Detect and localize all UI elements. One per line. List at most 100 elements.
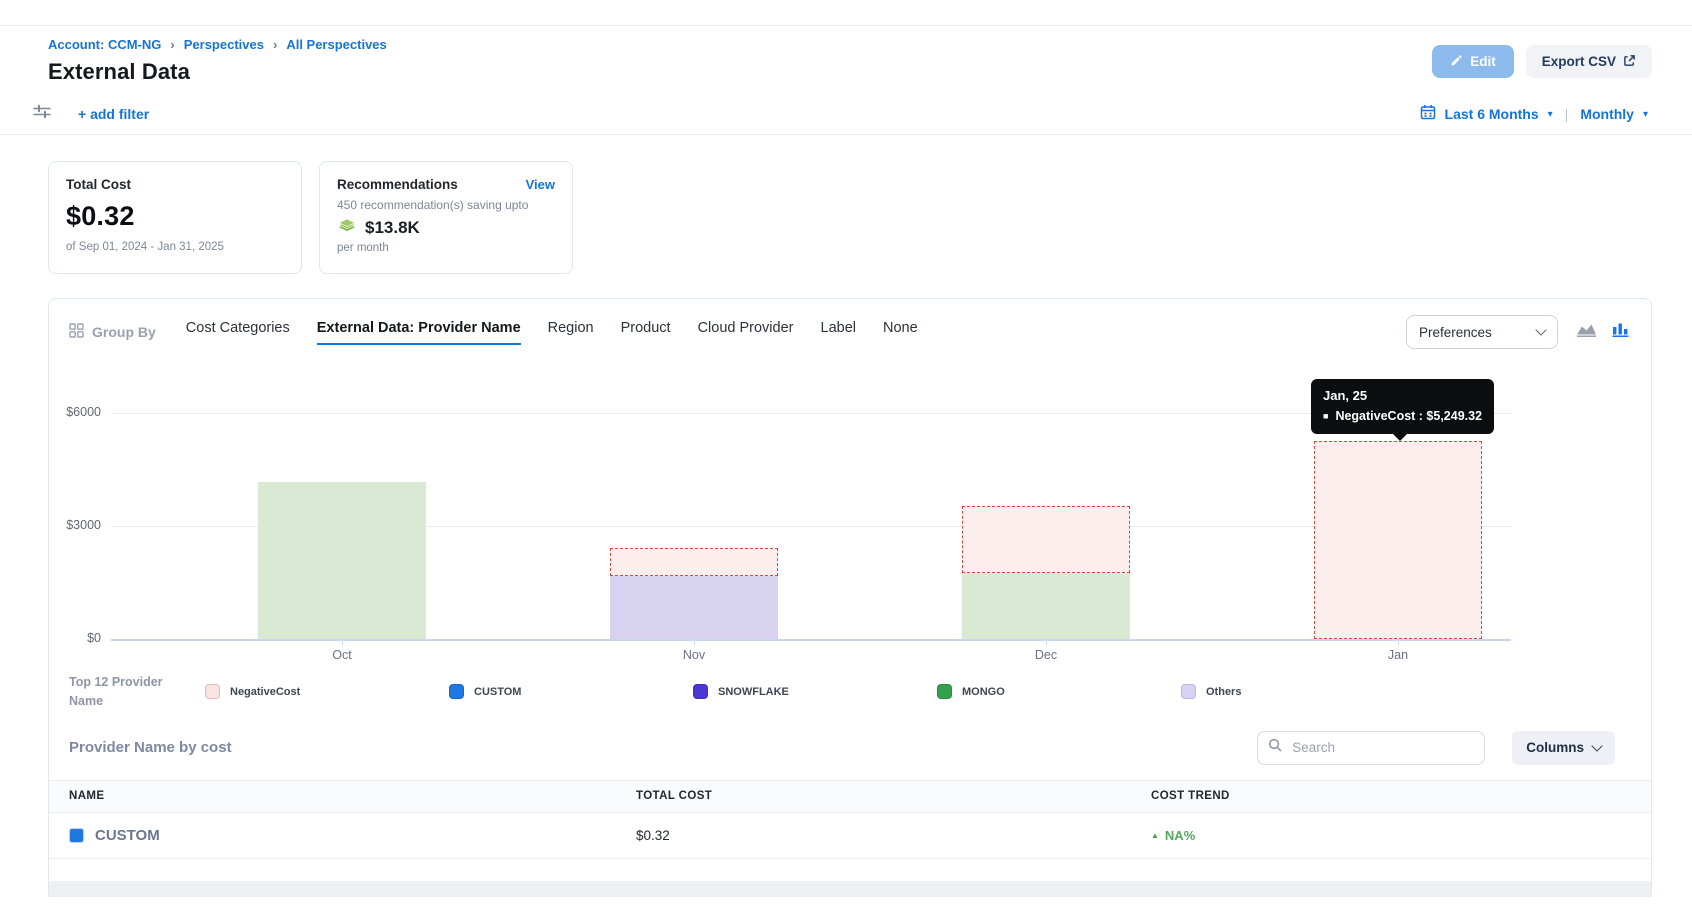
tab-label[interactable]: Label xyxy=(821,320,856,345)
total-cost-value: $0.32 xyxy=(66,201,284,232)
column-header-name: NAME xyxy=(69,790,636,802)
legend-item-negativecost[interactable]: NegativeCost xyxy=(205,684,449,699)
total-cost-cell: $0.32 xyxy=(636,828,1151,843)
chevron-down-icon xyxy=(1535,324,1546,335)
y-axis-tick-label: $3000 xyxy=(51,518,101,532)
top-strip xyxy=(0,0,1692,26)
search-box[interactable] xyxy=(1257,731,1485,765)
cost-bar-chart: Jan, 25 ■ NegativeCost : $5,249.32 $6000… xyxy=(49,369,1651,669)
x-axis-tick xyxy=(1046,640,1047,645)
breadcrumb-separator: › xyxy=(273,37,277,52)
bar-chart-icon[interactable] xyxy=(1612,322,1629,342)
granularity-dropdown[interactable]: Monthly xyxy=(1580,106,1634,122)
pencil-icon xyxy=(1450,54,1463,70)
legend-label: SNOWFLAKE xyxy=(718,686,789,698)
area-chart-icon[interactable] xyxy=(1576,322,1597,342)
tab-product[interactable]: Product xyxy=(621,320,671,345)
edit-button[interactable]: Edit xyxy=(1432,45,1514,78)
grid-icon xyxy=(69,323,84,341)
legend-item-custom[interactable]: CUSTOM xyxy=(449,684,693,699)
recommendations-label: Recommendations xyxy=(337,177,458,192)
savings-amount: $13.8K xyxy=(365,218,420,238)
legend-label: Others xyxy=(1206,686,1241,698)
legend-swatch-icon xyxy=(205,684,220,699)
column-header-cost-trend: COST TREND xyxy=(1151,790,1651,802)
tab-none[interactable]: None xyxy=(883,320,918,345)
breadcrumb-item[interactable]: All Perspectives xyxy=(286,37,386,52)
x-axis-tick xyxy=(694,640,695,645)
x-axis-tick-label: Dec xyxy=(1001,648,1091,662)
breadcrumb-separator: › xyxy=(170,37,174,52)
table-header-row: NAMETOTAL COSTCOST TREND xyxy=(49,780,1651,813)
legend-swatch-icon xyxy=(449,684,464,699)
group-by-label: Group By xyxy=(69,323,156,341)
summary-cards: Total Cost $0.32 of Sep 01, 2024 - Jan 3… xyxy=(0,135,1692,274)
total-cost-label: Total Cost xyxy=(66,177,284,192)
legend-swatch-icon xyxy=(937,684,952,699)
search-input[interactable] xyxy=(1290,739,1460,756)
tab-external-data-provider-name[interactable]: External Data: Provider Name xyxy=(317,320,521,345)
chart-tooltip: Jan, 25 ■ NegativeCost : $5,249.32 xyxy=(1311,379,1494,434)
export-csv-button[interactable]: Export CSV xyxy=(1526,45,1652,78)
recommendations-suffix: per month xyxy=(337,242,555,254)
bar-segment-negativecost-dec[interactable] xyxy=(962,506,1130,573)
tab-region[interactable]: Region xyxy=(548,320,594,345)
y-axis-tick-label: $6000 xyxy=(51,405,101,419)
legend-label: CUSTOM xyxy=(474,686,521,698)
legend-label: MONGO xyxy=(962,686,1005,698)
column-header-total-cost: TOTAL COST xyxy=(636,790,1151,802)
columns-button[interactable]: Columns xyxy=(1512,731,1615,765)
view-recommendations-link[interactable]: View xyxy=(526,177,555,192)
bar-segment-mongo-oct[interactable] xyxy=(258,482,426,639)
external-link-icon xyxy=(1623,54,1636,70)
bar-segment-negativecost-nov[interactable] xyxy=(610,548,778,576)
recommendations-card: Recommendations View 450 recommendation(… xyxy=(319,161,573,274)
group-by-row: Group By Cost Categories External Data: P… xyxy=(49,299,1651,349)
tab-cost-categories[interactable]: Cost Categories xyxy=(186,320,290,345)
recommendations-subtitle: 450 recommendation(s) saving upto xyxy=(337,198,555,212)
savings-icon xyxy=(337,217,357,238)
group-by-tabs: Cost Categories External Data: Provider N… xyxy=(186,320,918,345)
chevron-down-icon[interactable]: ▾ xyxy=(1548,109,1553,120)
tooltip-value: NegativeCost : $5,249.32 xyxy=(1335,408,1482,424)
filter-sliders-icon[interactable] xyxy=(33,104,51,124)
preferences-dropdown[interactable]: Preferences xyxy=(1406,315,1558,349)
total-cost-card: Total Cost $0.32 of Sep 01, 2024 - Jan 3… xyxy=(48,161,302,274)
x-axis-tick-label: Jan xyxy=(1353,648,1443,662)
cost-trend-value: NA% xyxy=(1165,828,1195,843)
legend-title: Top 12 Provider Name xyxy=(69,673,173,711)
bar-segment-mongo-dec[interactable] xyxy=(962,573,1130,639)
chevron-down-icon xyxy=(1591,740,1602,751)
table-body: CUSTOM$0.32▲NA% xyxy=(49,813,1651,859)
date-range-dropdown[interactable]: Last 6 Months xyxy=(1445,106,1539,122)
page-header: Account: CCM-NG › Perspectives › All Perspec… xyxy=(0,26,1692,93)
breadcrumb-item[interactable]: Perspectives xyxy=(184,37,264,52)
x-axis-tick-label: Nov xyxy=(649,648,739,662)
provider-swatch-icon xyxy=(69,828,84,843)
breadcrumb-item[interactable]: Account: CCM-NG xyxy=(48,37,161,52)
date-controls: Last 6 Months ▾ | Monthly ▾ xyxy=(1420,104,1648,123)
legend-item-others[interactable]: Others xyxy=(1181,684,1425,699)
gridline xyxy=(111,413,1511,414)
page-title: External Data xyxy=(48,59,387,85)
perspective-card: Group By Cost Categories External Data: P… xyxy=(48,298,1652,897)
x-axis-line xyxy=(111,639,1511,641)
chart-legend: Top 12 Provider Name NegativeCost CUSTOM S… xyxy=(49,669,1651,711)
legend-item-mongo[interactable]: MONGO xyxy=(937,684,1181,699)
breadcrumb: Account: CCM-NG › Perspectives › All Perspec… xyxy=(48,37,387,52)
chevron-down-icon[interactable]: ▾ xyxy=(1643,109,1648,120)
table-toolbar: Provider Name by cost Columns xyxy=(49,711,1651,765)
tooltip-bullet-icon: ■ xyxy=(1323,412,1328,421)
tooltip-month: Jan, 25 xyxy=(1323,388,1482,404)
x-axis-tick xyxy=(342,640,343,645)
bar-segment-others-nov[interactable] xyxy=(610,576,778,639)
header-actions: Edit Export CSV xyxy=(1432,45,1652,78)
tab-cloud-provider[interactable]: Cloud Provider xyxy=(698,320,794,345)
table-row[interactable]: CUSTOM$0.32▲NA% xyxy=(49,813,1651,859)
table-title: Provider Name by cost xyxy=(69,739,232,756)
legend-item-snowflake[interactable]: SNOWFLAKE xyxy=(693,684,937,699)
bar-segment-negativecost-jan[interactable] xyxy=(1314,441,1482,639)
y-axis-tick-label: $0 xyxy=(51,631,101,645)
x-axis-tick xyxy=(1398,640,1399,645)
add-filter-button[interactable]: + add filter xyxy=(78,106,149,122)
